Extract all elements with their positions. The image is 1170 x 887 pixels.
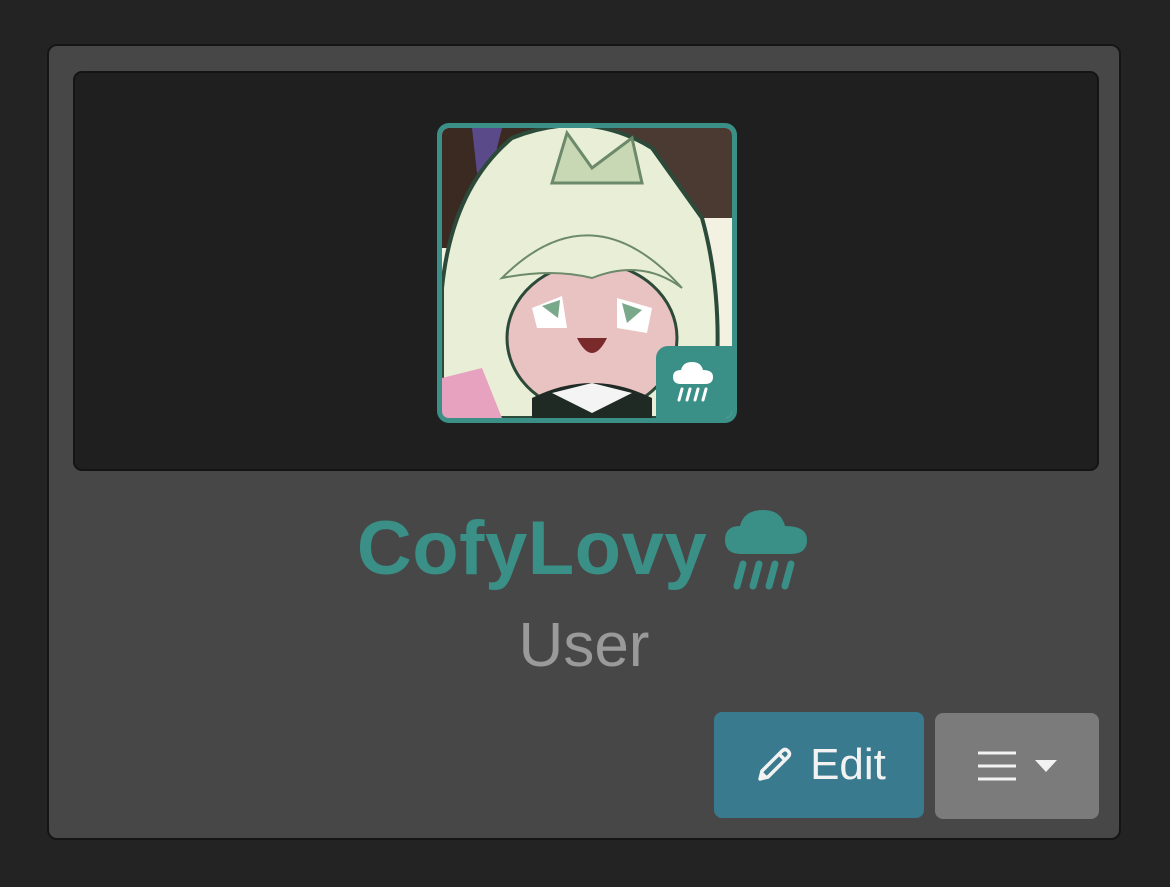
- edit-button-label: Edit: [810, 740, 886, 789]
- avatar[interactable]: [437, 123, 737, 423]
- username-row: CofyLovy: [49, 501, 1119, 597]
- username: CofyLovy: [356, 506, 708, 591]
- profile-banner: [73, 71, 1099, 471]
- rain-cloud-icon: [725, 510, 808, 590]
- pencil-icon: [758, 747, 792, 781]
- caret-down-icon: [1035, 760, 1057, 772]
- profile-card: CofyLovy User Edit: [47, 44, 1121, 840]
- rain-cloud-icon: [673, 362, 713, 402]
- edit-button[interactable]: Edit: [714, 712, 924, 818]
- options-menu-button[interactable]: [935, 713, 1099, 819]
- user-role: User: [518, 611, 650, 680]
- hamburger-menu-icon: [978, 751, 1016, 781]
- status-badge: [656, 346, 732, 418]
